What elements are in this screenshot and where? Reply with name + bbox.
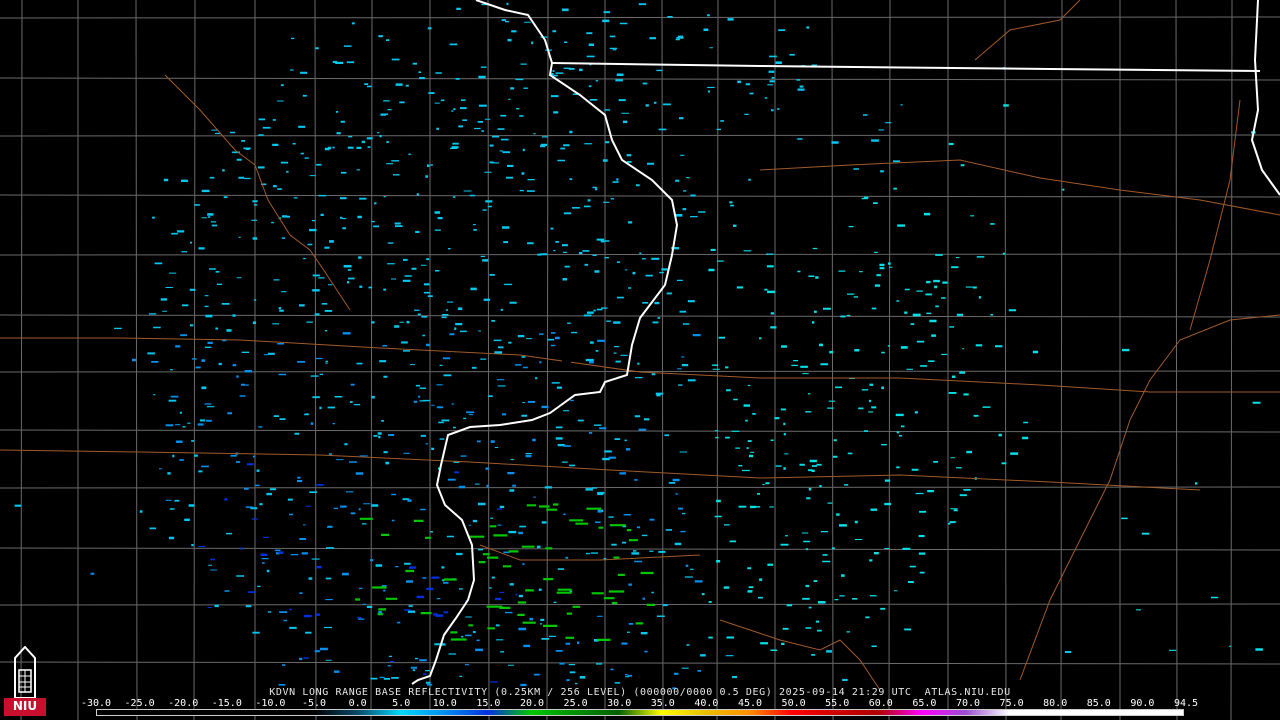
colorbar-label: -20.0 xyxy=(168,698,199,709)
colorbar-label: 94.5 xyxy=(1173,698,1199,709)
radar-map xyxy=(0,0,1280,720)
colorbar-label: 10.0 xyxy=(432,698,457,709)
colorbar-label: -25.0 xyxy=(124,698,155,709)
map-background xyxy=(0,0,1280,720)
colorbar-label: 65.0 xyxy=(912,698,937,709)
radar-site-marker xyxy=(562,360,571,369)
colorbar-label: 5.0 xyxy=(392,698,411,709)
colorbar-label: 55.0 xyxy=(825,698,850,709)
colorbar-label: -15.0 xyxy=(211,698,242,709)
colorbar-label: 60.0 xyxy=(868,698,893,709)
colorbar-label: -30.0 xyxy=(80,698,112,709)
reflectivity-colorbar xyxy=(96,709,1184,716)
colorbar-label: 25.0 xyxy=(563,698,588,709)
colorbar-label: 80.0 xyxy=(1043,698,1068,709)
colorbar-label: 70.0 xyxy=(955,698,981,709)
product-caption: KDVN LONG RANGE BASE REFLECTIVITY (0.25K… xyxy=(269,687,1011,698)
colorbar-label: -5.0 xyxy=(301,698,327,709)
colorbar-label: 20.0 xyxy=(519,698,545,709)
colorbar-label: 40.0 xyxy=(694,698,719,709)
colorbar-label: 35.0 xyxy=(650,698,675,709)
colorbar-label: 0.0 xyxy=(348,698,367,709)
niu-logo-label: NIU xyxy=(12,699,38,713)
colorbar-label: 75.0 xyxy=(999,698,1024,709)
colorbar-label: 50.0 xyxy=(781,698,806,709)
colorbar-labels: -30.0 -25.0 -20.0 -15.0 -10.0 -5.0 0.0 5.0 10.0 1… xyxy=(81,698,1198,709)
colorbar-label: 45.0 xyxy=(737,698,763,709)
colorbar-label: 85.0 xyxy=(1086,698,1111,709)
colorbar-label: 15.0 xyxy=(476,698,501,709)
colorbar-label: 90.0 xyxy=(1130,698,1155,709)
colorbar-label: 30.0 xyxy=(607,698,632,709)
colorbar-label: -10.0 xyxy=(255,698,286,709)
